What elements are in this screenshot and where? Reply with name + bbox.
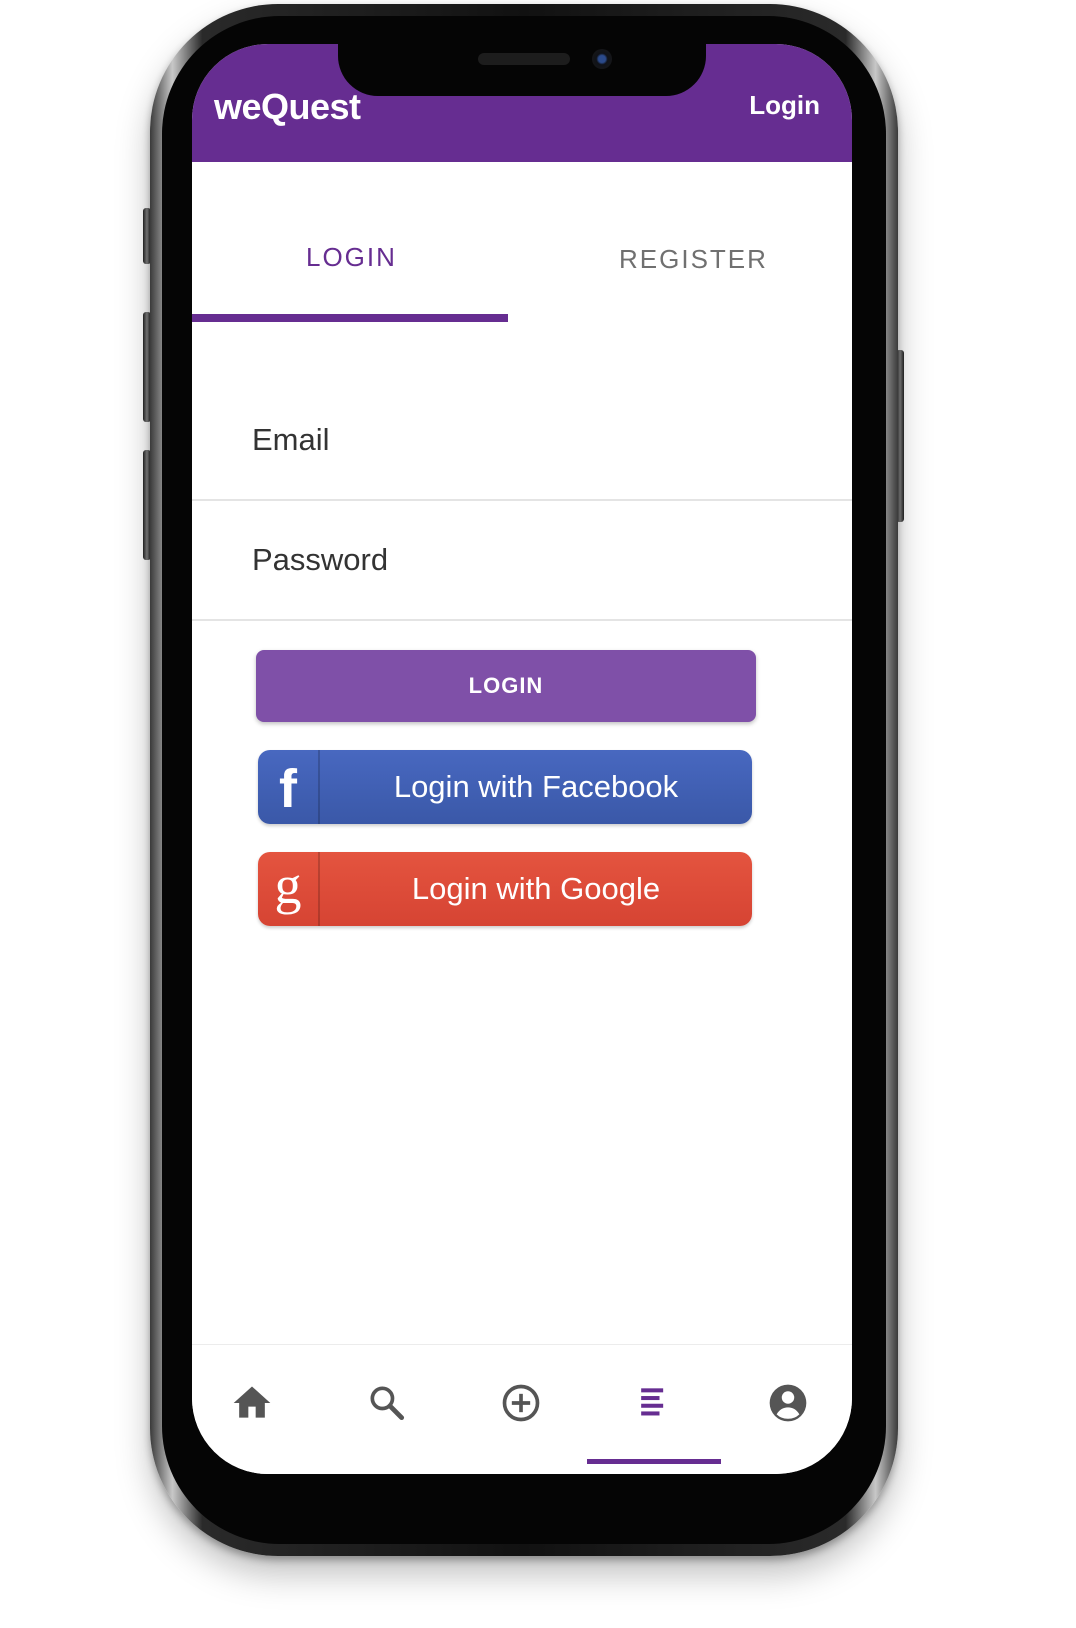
home-icon bbox=[233, 1386, 271, 1418]
login-with-facebook-button[interactable]: f Login with Facebook bbox=[258, 750, 752, 824]
search-icon bbox=[370, 1386, 405, 1421]
email-placeholder: Email bbox=[252, 422, 330, 457]
login-with-google-button[interactable]: g Login with Google bbox=[258, 852, 752, 926]
facebook-f-icon: f bbox=[258, 750, 320, 824]
password-field[interactable]: Password bbox=[192, 500, 852, 621]
header-login-link[interactable]: Login bbox=[749, 90, 820, 121]
auth-tabs: LOGIN REGISTER bbox=[192, 162, 852, 322]
email-field[interactable]: Email bbox=[192, 380, 852, 501]
tab-register[interactable]: REGISTER bbox=[619, 244, 768, 275]
login-button[interactable]: LOGIN bbox=[256, 650, 756, 722]
google-button-label: Login with Google bbox=[411, 871, 661, 906]
active-nav-indicator bbox=[587, 1459, 721, 1464]
tab-login[interactable]: LOGIN bbox=[306, 242, 397, 273]
earpiece-speaker bbox=[478, 53, 570, 65]
list-icon bbox=[641, 1388, 664, 1416]
nav-add[interactable] bbox=[499, 1381, 543, 1425]
app-screen: weQuest Login LOGIN REGISTER Email Passw… bbox=[192, 44, 852, 1474]
app-title: weQuest bbox=[214, 86, 361, 127]
nav-profile[interactable] bbox=[766, 1381, 810, 1425]
nav-home[interactable] bbox=[230, 1381, 274, 1425]
nav-search[interactable] bbox=[365, 1381, 409, 1425]
bottom-navigation bbox=[192, 1344, 852, 1474]
facebook-button-label: Login with Facebook bbox=[393, 769, 679, 804]
add-circle-icon bbox=[502, 1384, 540, 1422]
nav-list[interactable] bbox=[632, 1381, 676, 1425]
password-placeholder: Password bbox=[252, 542, 389, 577]
google-g-icon: g bbox=[258, 852, 320, 926]
account-circle-icon bbox=[769, 1384, 807, 1422]
login-button-label: LOGIN bbox=[468, 673, 544, 698]
active-tab-indicator bbox=[192, 314, 508, 322]
front-camera bbox=[592, 49, 612, 69]
